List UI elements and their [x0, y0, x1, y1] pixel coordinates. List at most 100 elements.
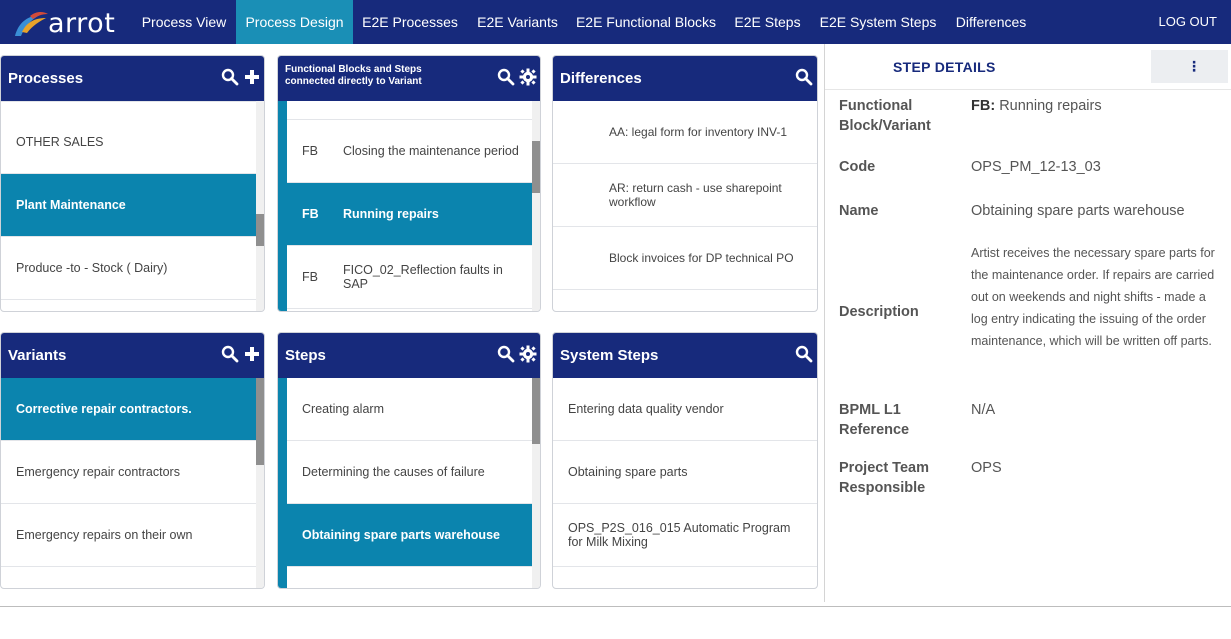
- list-item[interactable]: FB FICO_02_Reflection faults in SAP: [287, 246, 532, 309]
- list-item-label: Produce -to - Stock ( Dairy): [16, 261, 168, 275]
- list-item-label: Entering data quality vendor: [568, 402, 724, 416]
- list-item-label: Obtaining spare parts: [568, 465, 688, 479]
- list-item-partial[interactable]: [287, 101, 532, 120]
- steps-header: Steps: [278, 333, 540, 378]
- name-value: Obtaining spare parts warehouse: [971, 203, 1185, 219]
- scrollbar-thumb[interactable]: [256, 378, 264, 465]
- differences-list: AA: legal form for inventory INV-1 AR: r…: [553, 101, 817, 311]
- selection-accent-bar: [278, 378, 287, 588]
- list-item-label: Obtaining spare parts warehouse: [302, 528, 500, 542]
- list-item-selected[interactable]: Plant Maintenance: [1, 174, 256, 237]
- tab-process-design[interactable]: Process Design: [236, 0, 353, 44]
- search-icon[interactable]: [497, 345, 515, 363]
- list-item-label: Plant Maintenance: [16, 198, 126, 212]
- list-item-label: Running repairs: [343, 207, 439, 221]
- app-logo[interactable]: arrot: [12, 6, 116, 39]
- variants-panel: Variants Corrective repair contractors. …: [0, 332, 265, 589]
- search-icon[interactable]: [795, 345, 813, 363]
- bottom-divider: [0, 606, 1231, 607]
- list-item-label: Closing the maintenance period: [343, 144, 519, 158]
- project-team-label: Project Team Responsible: [839, 460, 929, 496]
- list-item-label: Block invoices for DP technical PO: [609, 251, 794, 265]
- system-steps-list: Entering data quality vendor Obtaining s…: [553, 378, 817, 588]
- fb-variant-value: FB: Running repairs: [971, 96, 1102, 116]
- scrollbar[interactable]: [532, 101, 540, 311]
- list-item-label: Emergency repairs on their own: [16, 528, 193, 542]
- list-item-label: AA: legal form for inventory INV-1: [609, 125, 788, 139]
- list-item[interactable]: Emergency repairs on their own: [1, 504, 256, 567]
- search-icon[interactable]: [221, 68, 239, 86]
- list-item[interactable]: Block invoices for DP technical PO: [553, 227, 817, 290]
- list-item[interactable]: Obtaining spare parts: [553, 441, 817, 504]
- variants-header: Variants: [1, 333, 264, 378]
- project-team-value: OPS: [971, 460, 1002, 476]
- scrollbar[interactable]: [532, 378, 540, 588]
- functional-blocks-header: Functional Blocks and Steps connected di…: [278, 56, 540, 101]
- functional-blocks-list: FB Closing the maintenance period FB Run…: [287, 101, 532, 311]
- search-icon[interactable]: [795, 68, 813, 86]
- add-icon[interactable]: [243, 345, 261, 363]
- processes-title: Processes: [8, 70, 84, 87]
- scrollbar-thumb[interactable]: [532, 378, 540, 444]
- list-item-selected[interactable]: FB Running repairs: [287, 183, 532, 246]
- list-item-label: Emergency repair contractors: [16, 465, 180, 479]
- list-item[interactable]: Emergency repair contractors: [1, 441, 256, 504]
- list-item-label: Corrective repair contractors.: [16, 402, 192, 416]
- list-item[interactable]: FB Closing the maintenance period: [287, 120, 532, 183]
- tab-differences[interactable]: Differences: [945, 0, 1037, 44]
- list-item[interactable]: OPS_P2S_016_015 Automatic Program for Mi…: [553, 504, 817, 567]
- fb-value: Running repairs: [999, 98, 1102, 114]
- variants-title: Variants: [8, 347, 67, 364]
- list-item-label: Determining the causes of failure: [302, 465, 485, 479]
- list-item-label: OTHER SALES: [16, 135, 104, 149]
- fb-variant-label: Functional Block/Variant: [839, 98, 931, 134]
- fb-tag: FB: [302, 207, 319, 221]
- list-item[interactable]: AR: return cash - use sharepoint workflo…: [553, 164, 817, 227]
- list-item-selected[interactable]: Obtaining spare parts warehouse: [287, 504, 532, 567]
- code-label: Code: [839, 159, 876, 175]
- list-item[interactable]: Entering data quality vendor: [553, 378, 817, 441]
- tab-e2e-system-steps[interactable]: E2E System Steps: [811, 0, 945, 44]
- gear-icon[interactable]: [519, 345, 537, 363]
- tab-process-view[interactable]: Process View: [132, 0, 236, 44]
- list-item-selected[interactable]: Corrective repair contractors.: [1, 378, 256, 441]
- tab-e2e-functional-blocks[interactable]: E2E Functional Blocks: [568, 0, 724, 44]
- differences-title: Differences: [560, 70, 642, 87]
- details-menu-button[interactable]: ⋮: [1151, 50, 1228, 83]
- scrollbar[interactable]: [256, 101, 264, 311]
- list-item-label: OPS_P2S_016_015 Automatic Program for Mi…: [568, 521, 791, 549]
- list-item[interactable]: AA: legal form for inventory INV-1: [553, 101, 817, 164]
- processes-header: Processes: [1, 56, 264, 101]
- differences-header: Differences: [553, 56, 817, 101]
- search-icon[interactable]: [497, 68, 515, 86]
- gear-icon[interactable]: [519, 68, 537, 86]
- step-details-panel: STEP DETAILS ⋮ Functional Block/Variant …: [824, 44, 1231, 602]
- list-item[interactable]: Determining the causes of failure: [287, 441, 532, 504]
- description-label: Description: [839, 304, 919, 320]
- scrollbar-thumb[interactable]: [532, 141, 540, 193]
- tab-e2e-processes[interactable]: E2E Processes: [353, 0, 467, 44]
- list-item[interactable]: Produce -to - Stock ( Dairy): [1, 237, 256, 300]
- processes-list: OTHER SALES Plant Maintenance Produce -t…: [1, 101, 256, 311]
- scrollbar-thumb[interactable]: [256, 214, 264, 246]
- code-value: OPS_PM_12-13_03: [971, 159, 1101, 175]
- add-icon[interactable]: [243, 68, 261, 86]
- functional-blocks-title: Functional Blocks and Steps connected di…: [285, 64, 422, 87]
- search-icon[interactable]: [221, 345, 239, 363]
- selection-accent-bar: [278, 101, 287, 311]
- tab-e2e-steps[interactable]: E2E Steps: [724, 0, 811, 44]
- logo-text: arrot: [48, 8, 116, 39]
- logout-button[interactable]: LOG OUT: [1158, 0, 1217, 44]
- fb-tag: FB: [302, 270, 318, 284]
- top-nav: arrot Process View Process Design E2E Pr…: [0, 0, 1231, 44]
- list-item[interactable]: OTHER SALES: [1, 111, 256, 174]
- list-item[interactable]: Creating alarm: [287, 378, 532, 441]
- fb-prefix: FB:: [971, 98, 996, 114]
- tab-e2e-variants[interactable]: E2E Variants: [467, 0, 568, 44]
- system-steps-title: System Steps: [560, 347, 659, 364]
- list-item-label: FICO_02_Reflection faults in SAP: [343, 263, 503, 291]
- steps-list: Creating alarm Determining the causes of…: [287, 378, 532, 588]
- scrollbar[interactable]: [256, 378, 264, 588]
- differences-panel: Differences AA: legal form for inventory…: [552, 55, 818, 312]
- list-item-partial[interactable]: [1, 101, 256, 102]
